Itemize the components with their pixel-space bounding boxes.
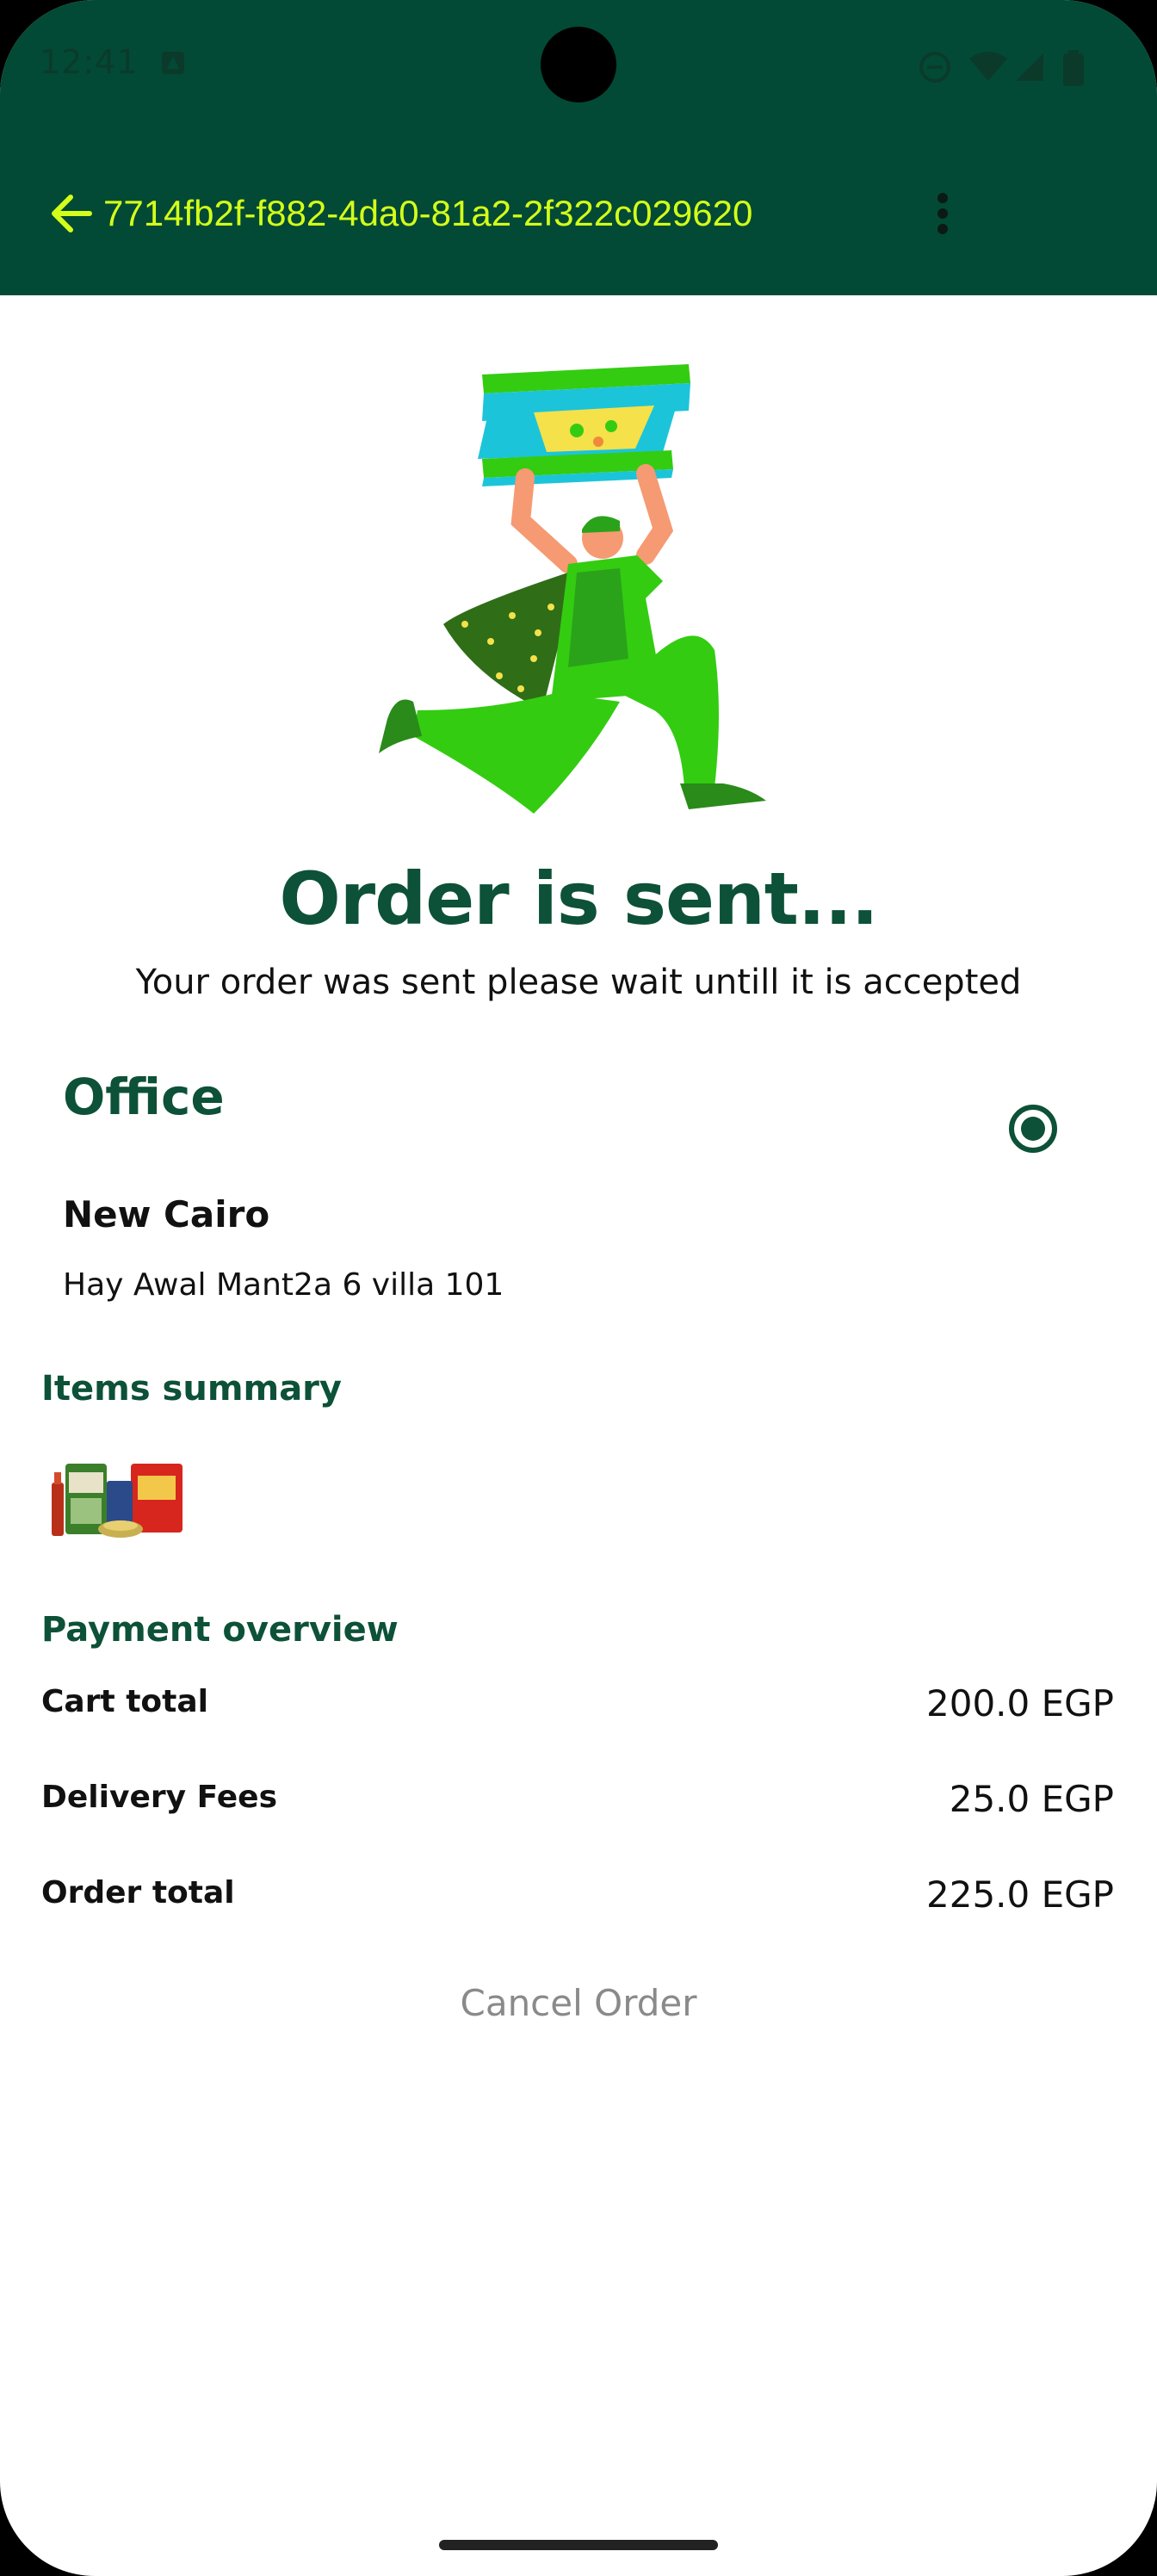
order-total-label: Order total bbox=[41, 1875, 235, 1910]
order-status-message: Your order was sent please wait untill i… bbox=[135, 963, 1022, 1002]
phone-screen: 12:41 7714fb2f-f882-4da0-81a2-2f322c0296… bbox=[0, 0, 1157, 2576]
items-summary-title: Items summary bbox=[41, 1369, 342, 1409]
back-button[interactable] bbox=[45, 188, 96, 239]
order-total-value: 225.0 EGP bbox=[926, 1873, 1114, 1916]
order-status-headline: Order is sent... bbox=[279, 857, 878, 941]
cart-total-label: Cart total bbox=[41, 1684, 208, 1719]
app-bar: 12:41 7714fb2f-f882-4da0-81a2-2f322c0296… bbox=[0, 0, 1157, 295]
address-area: New Cairo bbox=[63, 1193, 270, 1235]
camera-cutout bbox=[541, 27, 616, 102]
cancel-order-button[interactable]: Cancel Order bbox=[0, 1982, 1157, 2024]
address-name: Office bbox=[63, 1068, 225, 1126]
battery-icon bbox=[1063, 50, 1084, 86]
address-radio-selected[interactable] bbox=[1007, 1103, 1059, 1155]
gesture-navigation-bar[interactable] bbox=[439, 2540, 718, 2550]
delivery-fees-label: Delivery Fees bbox=[41, 1780, 278, 1815]
signal-icon bbox=[1016, 53, 1043, 81]
wifi-icon bbox=[969, 52, 1007, 81]
notification-icon bbox=[162, 52, 184, 74]
delivery-fees-value: 25.0 EGP bbox=[949, 1778, 1114, 1820]
cart-total-value: 200.0 EGP bbox=[926, 1682, 1114, 1725]
more-vertical-icon[interactable] bbox=[930, 188, 956, 239]
order-id-title: 7714fb2f-f882-4da0-81a2-2f322c029620 bbox=[103, 193, 753, 233]
grocery-item-thumbnail[interactable] bbox=[48, 1446, 186, 1541]
payment-overview-title: Payment overview bbox=[41, 1610, 399, 1650]
status-time: 12:41 bbox=[40, 43, 139, 81]
address-line: Hay Awal Mant2a 6 villa 101 bbox=[63, 1267, 504, 1303]
do-not-disturb-icon bbox=[919, 52, 950, 83]
delivery-illustration bbox=[379, 364, 766, 814]
